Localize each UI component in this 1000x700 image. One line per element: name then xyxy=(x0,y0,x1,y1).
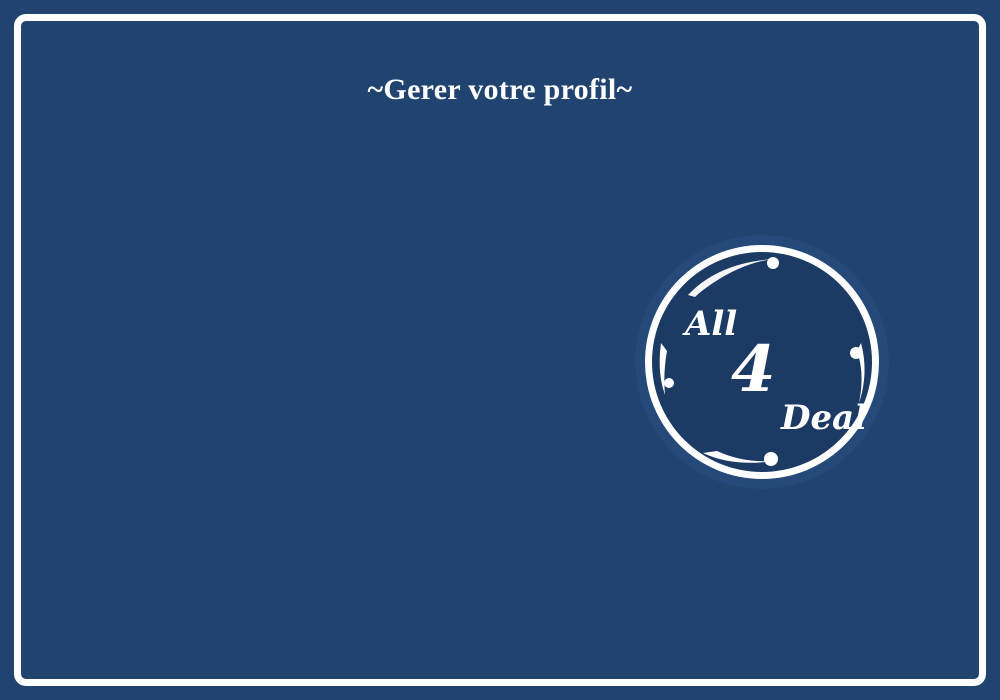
page-title: ~Gerer votre profil~ xyxy=(367,73,633,106)
logo-word-four: 4 xyxy=(731,332,776,407)
all4deal-logo-icon: All 4 Deal xyxy=(635,235,889,489)
profile-panel: ~Gerer votre profil~ All 4 Deal xyxy=(14,14,986,686)
all4deal-logo: All 4 Deal xyxy=(633,233,891,491)
logo-word-deal: Deal xyxy=(780,398,867,438)
logo-word-all: All xyxy=(682,304,737,344)
